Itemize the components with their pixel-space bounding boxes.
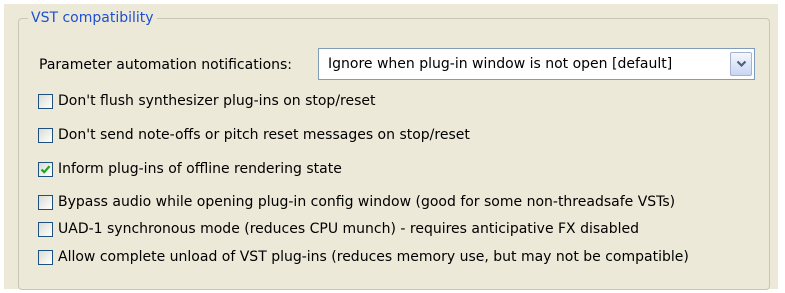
checkbox-label: Bypass audio while opening plug-in confi… — [58, 194, 676, 210]
checkbox[interactable] — [38, 194, 53, 210]
checkbox-label: UAD-1 synchronous mode (reduces CPU munc… — [58, 221, 640, 237]
option-bypass-audio[interactable]: Bypass audio while opening plug-in confi… — [38, 192, 675, 212]
chevron-down-icon — [736, 60, 747, 68]
option-dont-flush-synth[interactable]: Don't flush synthesizer plug-ins on stop… — [38, 91, 376, 111]
group-title: VST compatibility — [28, 9, 157, 27]
option-allow-complete-unload[interactable]: Allow complete unload of VST plug-ins (r… — [38, 247, 689, 267]
checkbox[interactable] — [38, 127, 53, 143]
parameter-automation-selected-value: Ignore when plug-in window is not open [… — [328, 56, 673, 72]
checkbox-checked[interactable] — [38, 161, 53, 177]
parameter-automation-dropdown[interactable]: Ignore when plug-in window is not open [… — [318, 48, 755, 80]
option-uad1-synchronous[interactable]: UAD-1 synchronous mode (reduces CPU munc… — [38, 219, 639, 239]
checkbox-label: Inform plug-ins of offline rendering sta… — [58, 161, 342, 177]
checkbox[interactable] — [38, 249, 53, 265]
checkbox-label: Don't send note-offs or pitch reset mess… — [58, 127, 470, 143]
checkbox-label: Don't flush synthesizer plug-ins on stop… — [58, 93, 376, 109]
checkmark-icon — [40, 164, 51, 174]
dropdown-button[interactable] — [730, 52, 752, 76]
checkbox[interactable] — [38, 221, 53, 237]
option-inform-offline-rendering[interactable]: Inform plug-ins of offline rendering sta… — [38, 159, 342, 179]
preferences-panel: VST compatibility Parameter automation n… — [4, 4, 778, 290]
checkbox[interactable] — [38, 93, 53, 109]
checkbox-label: Allow complete unload of VST plug-ins (r… — [58, 249, 689, 265]
option-dont-send-note-offs[interactable]: Don't send note-offs or pitch reset mess… — [38, 125, 470, 145]
parameter-automation-label: Parameter automation notifications: — [39, 57, 293, 73]
